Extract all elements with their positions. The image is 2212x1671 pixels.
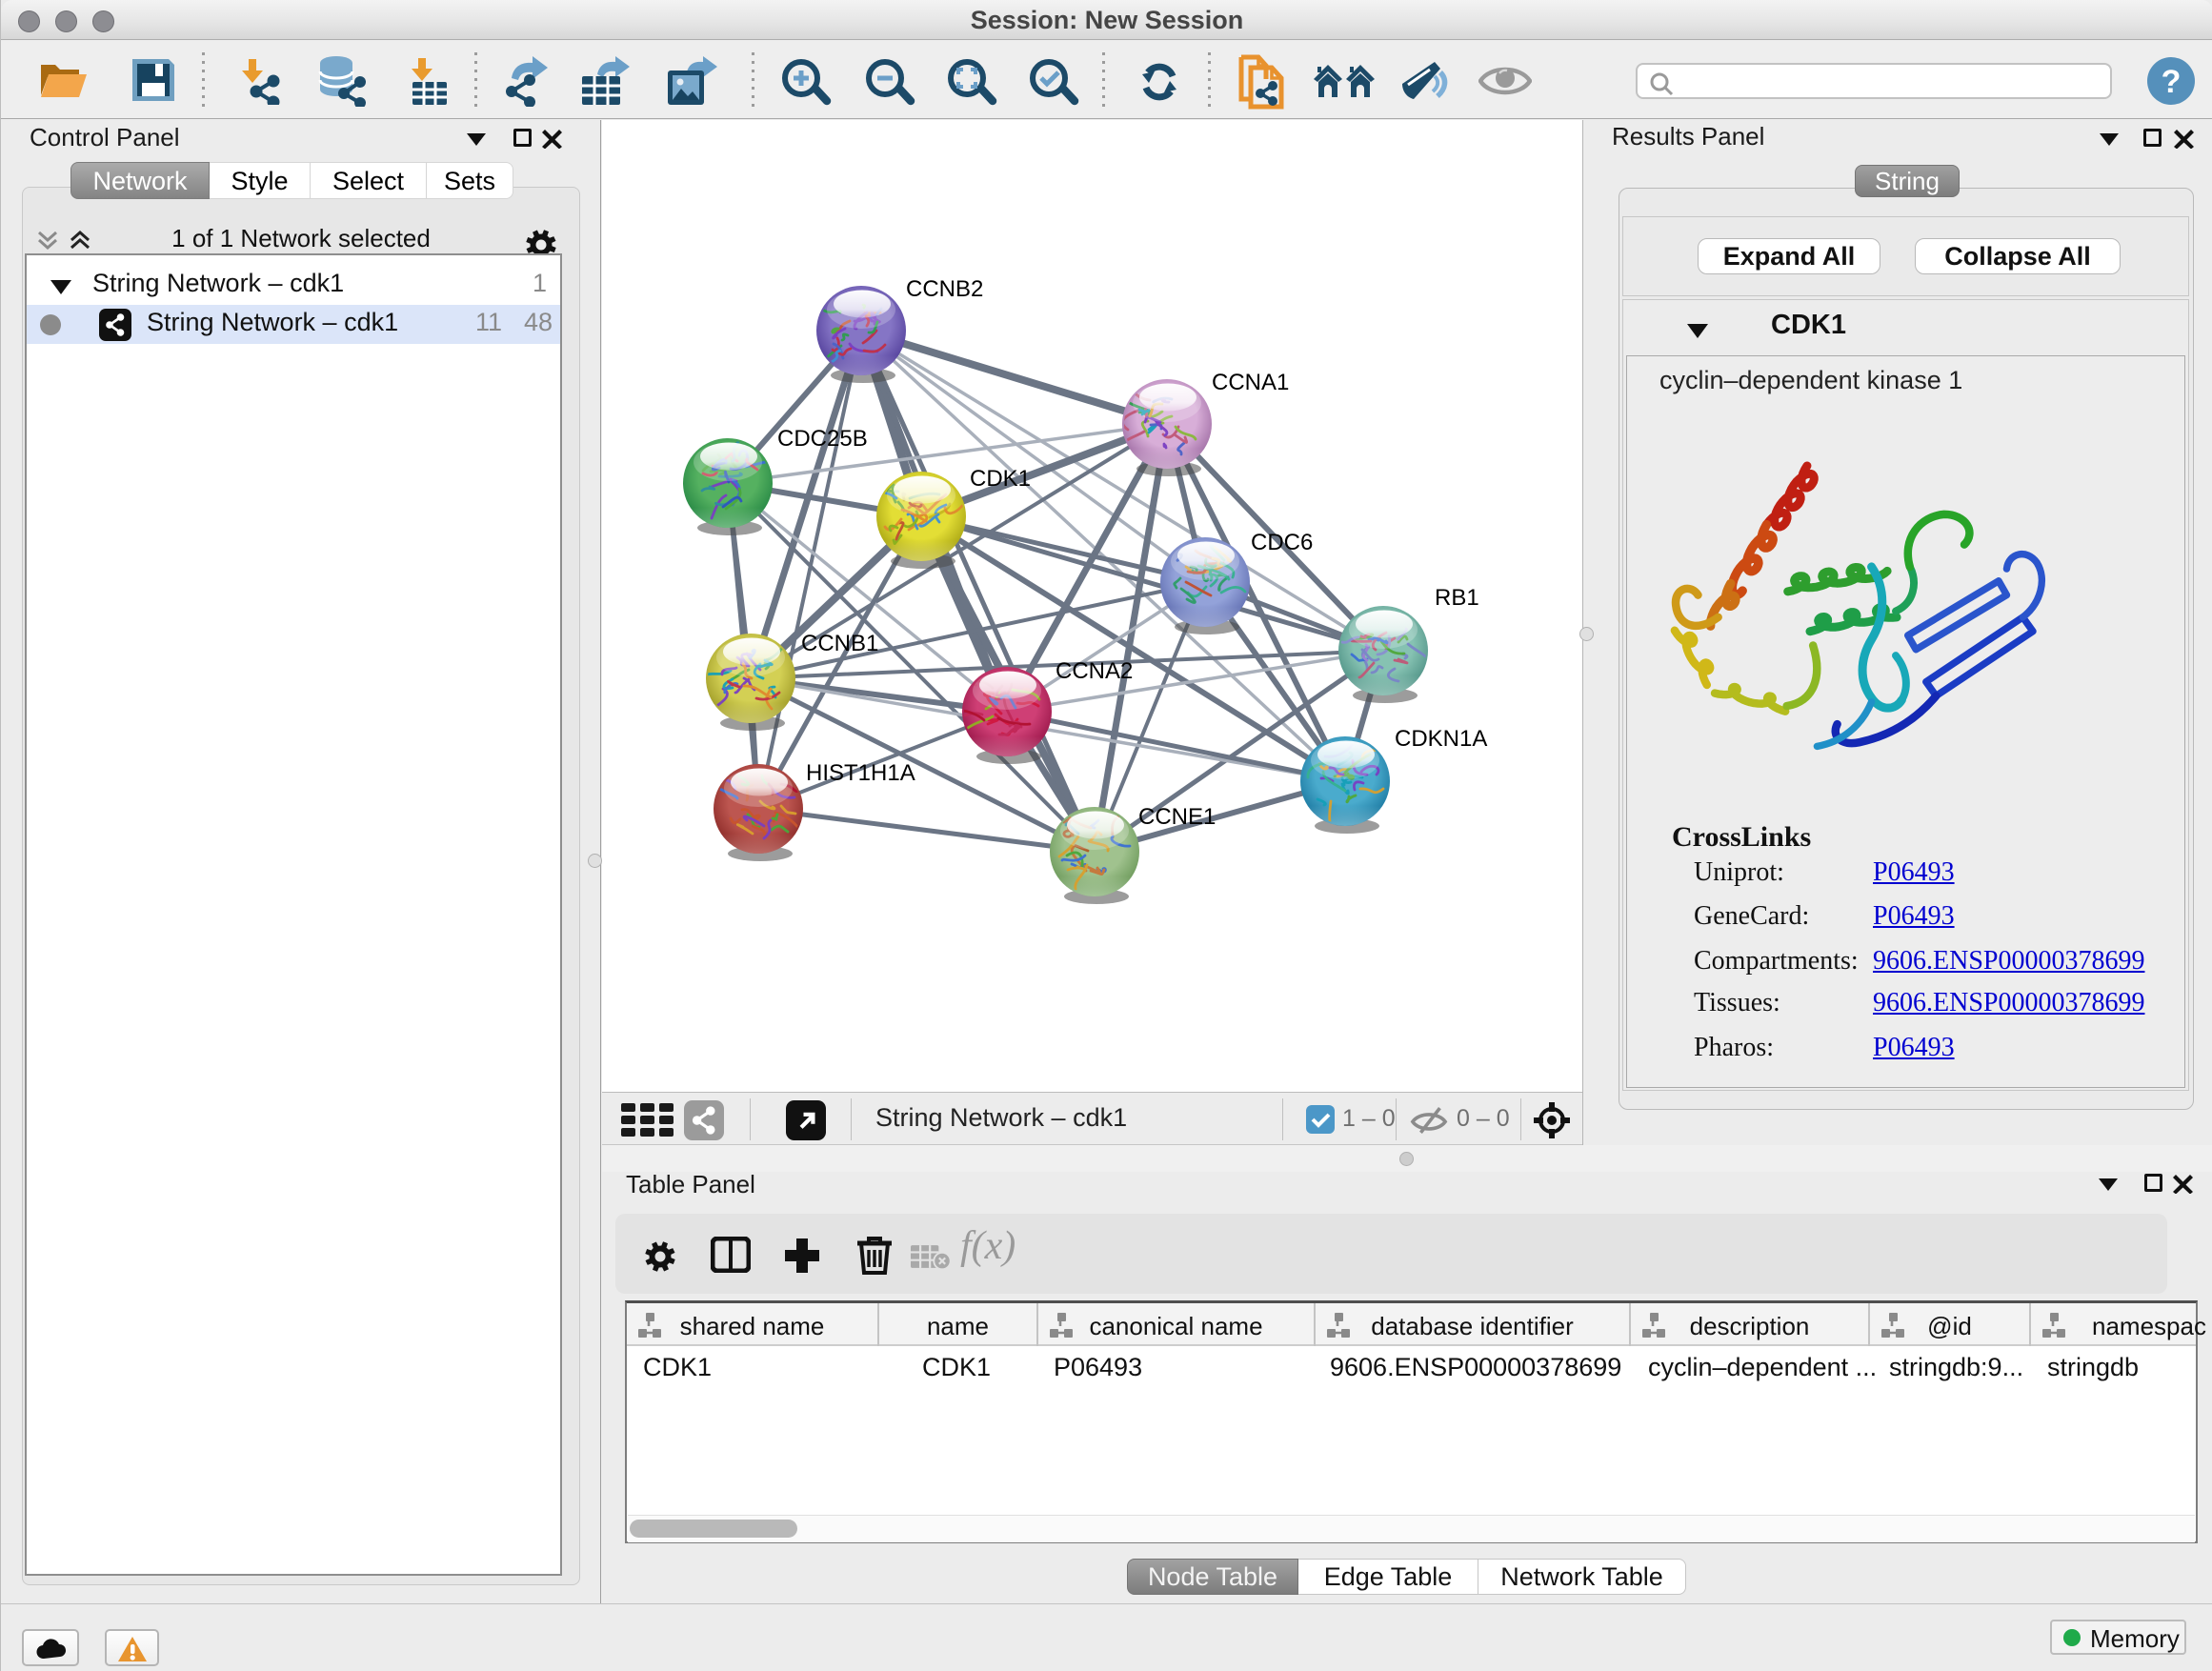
svg-text:CCNE1: CCNE1 <box>1138 804 1216 830</box>
svg-text:CCNA2: CCNA2 <box>1056 658 1133 684</box>
svg-text:?: ? <box>2162 64 2182 100</box>
svg-text:RB1: RB1 <box>1435 585 1479 611</box>
svg-text:CCNB1: CCNB1 <box>801 631 878 656</box>
svg-text:HIST1H1A: HIST1H1A <box>806 760 915 786</box>
svg-text:CDC6: CDC6 <box>1251 530 1313 555</box>
svg-text:CCNB2: CCNB2 <box>906 276 983 302</box>
svg-text:CCNA1: CCNA1 <box>1212 370 1289 395</box>
svg-text:CDC25B: CDC25B <box>777 426 868 452</box>
svg-text:CDK1: CDK1 <box>970 466 1031 492</box>
svg-text:CDKN1A: CDKN1A <box>1395 726 1487 752</box>
